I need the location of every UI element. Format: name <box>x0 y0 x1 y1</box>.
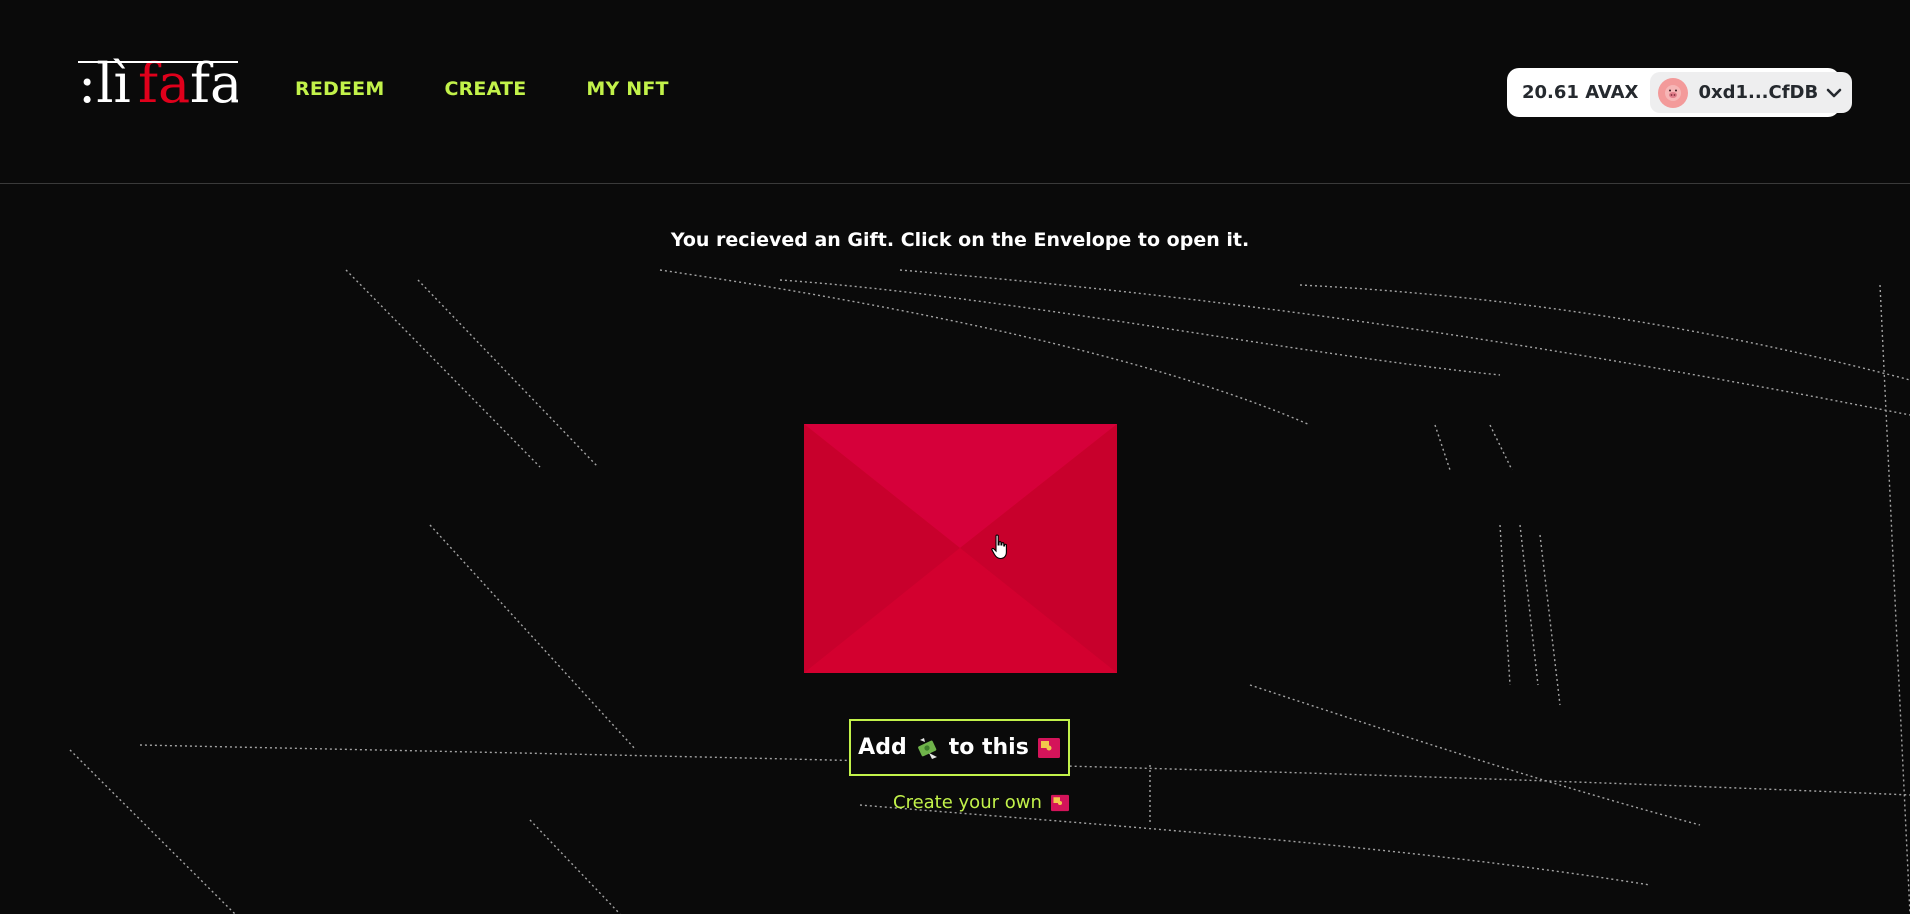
wallet-balance[interactable]: 20.61 AVAX <box>1522 82 1638 103</box>
wallet-address: 0xd1...CfDB <box>1698 82 1819 103</box>
chevron-down-icon <box>1826 88 1842 97</box>
avatar <box>1658 77 1689 108</box>
main-nav: REDEEM CREATE MY NFT <box>295 78 669 100</box>
add-button-suffix: to this <box>948 735 1029 760</box>
lifafa-logo[interactable]: :lì fa fa: <box>78 50 238 116</box>
page: :lì fa fa: REDEEM CREATE MY NFT 20.61 AV… <box>0 0 1910 914</box>
gift-envelope[interactable] <box>804 424 1117 673</box>
money-with-wings-icon <box>917 737 937 759</box>
nav-my-nft[interactable]: MY NFT <box>586 78 668 100</box>
gift-message: You recieved an Gift. Click on the Envel… <box>670 229 1250 251</box>
create-your-own-link[interactable]: Create your own <box>893 792 1070 813</box>
add-to-gift-button[interactable]: Add to this <box>849 719 1070 776</box>
add-button-prefix: Add <box>858 735 907 760</box>
red-envelope-icon <box>1037 737 1060 758</box>
account-button[interactable]: 0xd1...CfDB <box>1650 72 1853 113</box>
wallet-widget: 20.61 AVAX 0xd1...CfDB <box>1507 68 1853 117</box>
nav-create[interactable]: CREATE <box>444 78 526 100</box>
create-link-label: Create your own <box>893 792 1042 813</box>
nav-redeem[interactable]: REDEEM <box>295 78 384 100</box>
top-header: :lì fa fa: REDEEM CREATE MY NFT 20.61 AV… <box>0 0 1910 184</box>
red-envelope-icon <box>1050 794 1069 811</box>
hand-cursor-icon <box>991 534 1007 560</box>
pig-face-icon <box>1665 84 1682 101</box>
